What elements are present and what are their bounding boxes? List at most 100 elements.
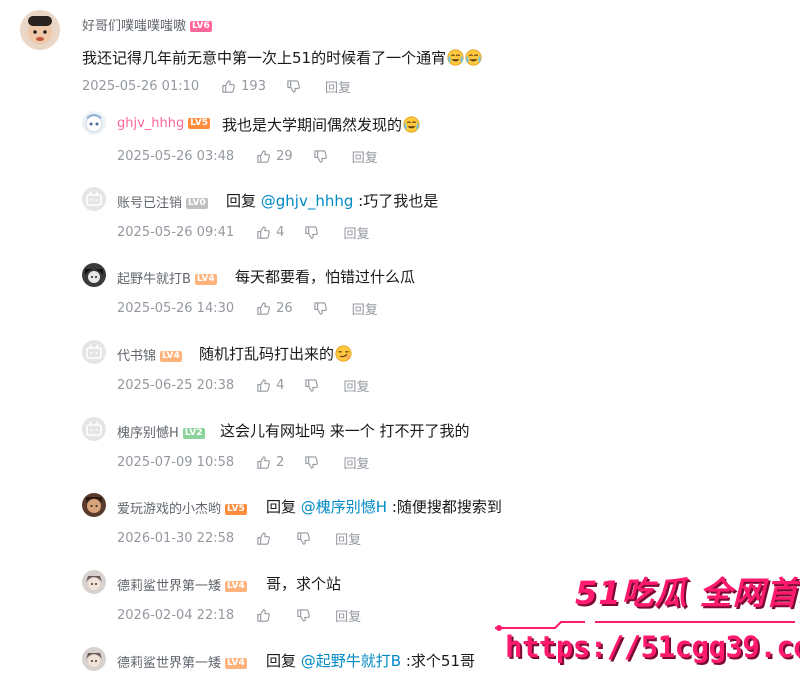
comment-time: 2025-05-26 01:10 bbox=[82, 79, 200, 94]
reply-meta: 2025-05-26 09:41 4 回复 bbox=[117, 223, 369, 242]
like-button[interactable] bbox=[256, 531, 276, 546]
crying-laugh-emoji bbox=[465, 49, 482, 66]
avatar[interactable] bbox=[82, 340, 106, 364]
reply-button[interactable]: 回复 bbox=[343, 453, 369, 472]
username-text[interactable]: 好哥们噗嗤噗嗤嗷 bbox=[82, 19, 186, 34]
reply-meta: 2025-06-25 20:38 4 回复 bbox=[117, 376, 369, 395]
thumbs-down-icon bbox=[314, 150, 327, 163]
watermark-brand: 51吃瓜 全网首发 bbox=[575, 574, 800, 612]
avatar[interactable] bbox=[82, 111, 106, 135]
level-badge: LV5 bbox=[188, 118, 211, 129]
reply-button[interactable]: 回复 bbox=[335, 529, 361, 548]
reply-meta: 2025-05-26 03:48 29 回复 bbox=[117, 147, 378, 166]
dislike-button[interactable] bbox=[296, 531, 311, 546]
level-badge: LV6 bbox=[190, 21, 212, 32]
level-badge: LV4 bbox=[194, 274, 217, 285]
reply-button[interactable]: 回复 bbox=[325, 77, 351, 96]
reply-username[interactable]: 起野牛就打B LV4 bbox=[117, 268, 217, 287]
thumbs-down-icon bbox=[297, 532, 311, 545]
avatar[interactable] bbox=[82, 570, 106, 594]
mention-link[interactable]: @起野牛就打B bbox=[301, 652, 401, 670]
comment-text: 我还记得几年前无意中第一次上51的时候看了一个通宵 bbox=[82, 49, 447, 67]
thumbs-up-icon bbox=[257, 226, 271, 239]
mention-link[interactable]: @槐序别憾H bbox=[301, 498, 387, 516]
reply-time: 2026-01-30 22:58 bbox=[117, 531, 235, 546]
like-button[interactable]: 193 bbox=[221, 79, 266, 94]
thumbs-down-icon bbox=[297, 609, 311, 622]
username-text[interactable]: 槐序别憾H bbox=[117, 426, 179, 441]
reply-button[interactable]: 回复 bbox=[352, 299, 378, 318]
dislike-button[interactable] bbox=[313, 301, 328, 316]
reply-prefix: 回复 bbox=[226, 192, 261, 210]
username-text[interactable]: 德莉鲨世界第一矮 bbox=[117, 579, 221, 594]
thumbs-down-icon bbox=[305, 456, 319, 469]
reply-username[interactable]: 账号已注销 LV0 bbox=[117, 192, 208, 211]
reply-username[interactable]: 德莉鲨世界第一矮 LV4 bbox=[117, 575, 247, 594]
like-button[interactable]: 2 bbox=[256, 455, 284, 470]
like-count: 26 bbox=[276, 301, 293, 316]
username-text[interactable]: 爱玩游戏的小杰哟 bbox=[117, 502, 221, 517]
reply-meta: 2025-05-26 14:30 26 回复 bbox=[117, 299, 378, 318]
like-button[interactable]: 4 bbox=[256, 225, 284, 240]
dislike-button[interactable] bbox=[296, 608, 311, 623]
username-text[interactable]: ghjv_hhhg bbox=[117, 116, 184, 131]
dislike-button[interactable] bbox=[304, 378, 319, 393]
thumbs-up-icon bbox=[257, 456, 271, 469]
reply-button[interactable]: 回复 bbox=[335, 606, 361, 625]
comment-username[interactable]: 好哥们噗嗤噗嗤嗷 LV6 bbox=[82, 15, 212, 34]
like-button[interactable]: 4 bbox=[256, 378, 284, 393]
reply-text: 哥，求个站 bbox=[266, 575, 342, 593]
reply-time: 2026-02-04 22:18 bbox=[117, 608, 235, 623]
watermark-url: https://51cgg39.com bbox=[505, 630, 800, 664]
reply-username[interactable]: 德莉鲨世界第一矮 LV4 bbox=[117, 652, 247, 671]
dislike-button[interactable] bbox=[286, 79, 301, 94]
comment-content: 我还记得几年前无意中第一次上51的时候看了一个通宵 bbox=[82, 47, 482, 68]
level-badge: LV2 bbox=[182, 428, 205, 439]
like-button[interactable]: 26 bbox=[256, 301, 293, 316]
avatar[interactable] bbox=[82, 263, 106, 287]
avatar[interactable] bbox=[82, 647, 106, 671]
username-text[interactable]: 代书锦 bbox=[117, 349, 156, 364]
username-text[interactable]: 起野牛就打B bbox=[117, 272, 191, 287]
reply-text: 随机打乱码打出来的 bbox=[199, 345, 335, 363]
like-count: 29 bbox=[276, 149, 293, 164]
crying-laugh-emoji bbox=[403, 116, 420, 133]
dislike-button[interactable] bbox=[313, 149, 328, 164]
like-button[interactable] bbox=[256, 608, 276, 623]
level-badge: LV0 bbox=[186, 198, 208, 209]
reply-content: 回复 @ghjv_hhhg :巧了我也是 bbox=[226, 190, 438, 211]
reply-username[interactable]: 爱玩游戏的小杰哟 LV5 bbox=[117, 498, 247, 517]
reply-content: 每天都要看，怕错过什么瓜 bbox=[235, 266, 415, 287]
avatar[interactable] bbox=[82, 493, 106, 517]
thumbs-down-icon bbox=[314, 302, 327, 315]
avatar[interactable] bbox=[82, 187, 106, 211]
reply-time: 2025-05-26 09:41 bbox=[117, 225, 235, 240]
username-text[interactable]: 德莉鲨世界第一矮 bbox=[117, 656, 221, 671]
reply-button[interactable]: 回复 bbox=[343, 223, 369, 242]
avatar[interactable] bbox=[20, 10, 60, 50]
mention-link[interactable]: @ghjv_hhhg bbox=[261, 192, 354, 210]
reply-text: :巧了我也是 bbox=[353, 192, 439, 210]
like-count: 2 bbox=[276, 455, 285, 470]
reply-content: 哥，求个站 bbox=[266, 573, 341, 594]
username-text[interactable]: 账号已注销 bbox=[117, 196, 182, 211]
like-count: 4 bbox=[276, 378, 285, 393]
thumbs-up-icon bbox=[257, 302, 271, 315]
reply-username[interactable]: ghjv_hhhg LV5 bbox=[117, 116, 211, 131]
dislike-button[interactable] bbox=[304, 455, 319, 470]
reply-time: 2025-05-26 03:48 bbox=[117, 149, 235, 164]
avatar[interactable] bbox=[82, 417, 106, 441]
thumbs-up-icon bbox=[257, 379, 271, 392]
reply-username[interactable]: 槐序别憾H LV2 bbox=[117, 422, 205, 441]
thumbs-down-icon bbox=[287, 80, 300, 93]
reply-content: 回复 @起野牛就打B :求个51哥 bbox=[266, 650, 475, 671]
dislike-button[interactable] bbox=[304, 225, 319, 240]
thumbs-up-icon bbox=[257, 609, 271, 622]
reply-username[interactable]: 代书锦 LV4 bbox=[117, 345, 182, 364]
reply-time: 2025-07-09 10:58 bbox=[117, 455, 235, 470]
reply-button[interactable]: 回复 bbox=[352, 147, 378, 166]
reply-text: 每天都要看，怕错过什么瓜 bbox=[235, 268, 416, 286]
reply-meta: 2026-02-04 22:18 回复 bbox=[117, 606, 361, 625]
like-button[interactable]: 29 bbox=[256, 149, 293, 164]
reply-button[interactable]: 回复 bbox=[343, 376, 369, 395]
